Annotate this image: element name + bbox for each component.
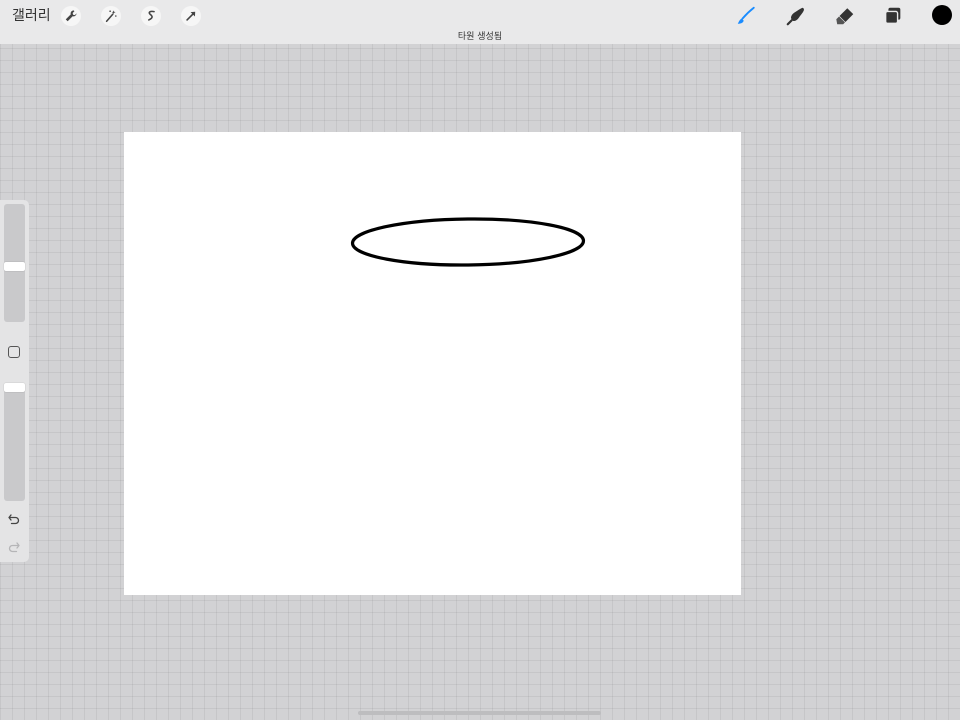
magic-wand-icon [105, 10, 117, 23]
brush-tool-button[interactable] [734, 4, 758, 28]
wrench-icon [65, 10, 77, 22]
transform-arrow-icon [186, 11, 196, 21]
actions-button[interactable] [61, 6, 81, 26]
selection-icon [148, 10, 155, 21]
brush-size-slider-thumb[interactable] [4, 262, 25, 271]
selection-button[interactable] [141, 6, 161, 26]
layers-icon [884, 7, 901, 25]
opacity-slider-thumb[interactable] [4, 383, 25, 392]
adjustments-button[interactable] [101, 6, 121, 26]
sidebar-panel [0, 200, 29, 562]
brush-icon [737, 6, 755, 24]
canvas-drawing [350, 217, 586, 267]
home-indicator [358, 711, 601, 715]
eraser-tool-button[interactable] [833, 4, 857, 28]
eraser-icon [836, 8, 854, 25]
undo-icon[interactable] [7, 512, 21, 526]
redo-icon[interactable] [7, 540, 21, 554]
status-notice: 타원 생성됨 [457, 32, 503, 42]
modify-button[interactable] [8, 346, 20, 358]
opacity-slider[interactable] [4, 383, 25, 501]
drawing-canvas[interactable] [124, 132, 741, 595]
transform-button[interactable] [181, 6, 201, 26]
color-picker-button[interactable] [932, 5, 952, 25]
gallery-button[interactable]: 갤러리 [12, 7, 51, 25]
smudge-tool-button[interactable] [784, 4, 808, 28]
layers-button[interactable] [881, 4, 905, 28]
drawn-ellipse [350, 217, 586, 267]
smudge-icon [786, 7, 804, 26]
top-toolbar: 갤러리 타원 생성됨 [0, 0, 960, 44]
